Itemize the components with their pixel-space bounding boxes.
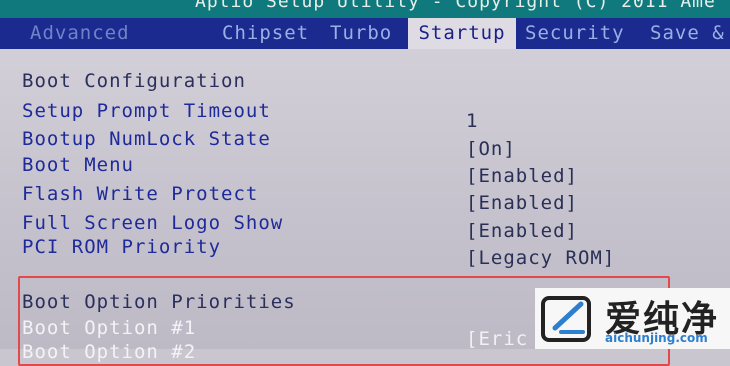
tab-save-exit[interactable]: Save & [650,18,725,49]
tab-chipset[interactable]: Chipset [222,18,309,49]
setting-boot-menu[interactable]: Boot Menu [22,154,134,176]
value-pci-rom-priority[interactable]: [Legacy ROM] [466,247,615,269]
setting-pci-rom-priority[interactable]: PCI ROM Priority [22,236,221,258]
watermark-url: aichunjing.com [605,331,708,345]
tab-turbo[interactable]: Turbo [330,18,392,49]
tab-advanced[interactable]: Advanced [30,18,130,49]
value-full-screen-logo-show[interactable]: [Enabled] [466,220,578,242]
value-boot-menu[interactable]: [Enabled] [466,165,578,187]
setting-setup-prompt-timeout[interactable]: Setup Prompt Timeout [22,100,271,122]
brand-logo-icon [541,296,591,342]
tab-security[interactable]: Security [525,18,625,49]
setting-bootup-numlock-state[interactable]: Bootup NumLock State [22,128,271,150]
tab-startup[interactable]: Startup [408,18,516,49]
value-setup-prompt-timeout[interactable]: 1 [466,110,478,132]
watermark: 爱纯净 aichunjing.com [535,288,730,349]
value-bootup-numlock-state[interactable]: [On] [466,138,516,160]
setting-flash-write-protect[interactable]: Flash Write Protect [22,183,258,205]
tab-bar: Advanced Chipset Turbo Startup Security … [0,18,730,49]
setting-full-screen-logo-show[interactable]: Full Screen Logo Show [22,212,283,234]
title-bar: Aptio Setup Utility - Copyright (C) 2011… [0,0,730,18]
value-flash-write-protect[interactable]: [Enabled] [466,192,578,214]
section-boot-configuration: Boot Configuration [22,70,246,92]
window-title: Aptio Setup Utility - Copyright (C) 2011… [195,0,716,12]
